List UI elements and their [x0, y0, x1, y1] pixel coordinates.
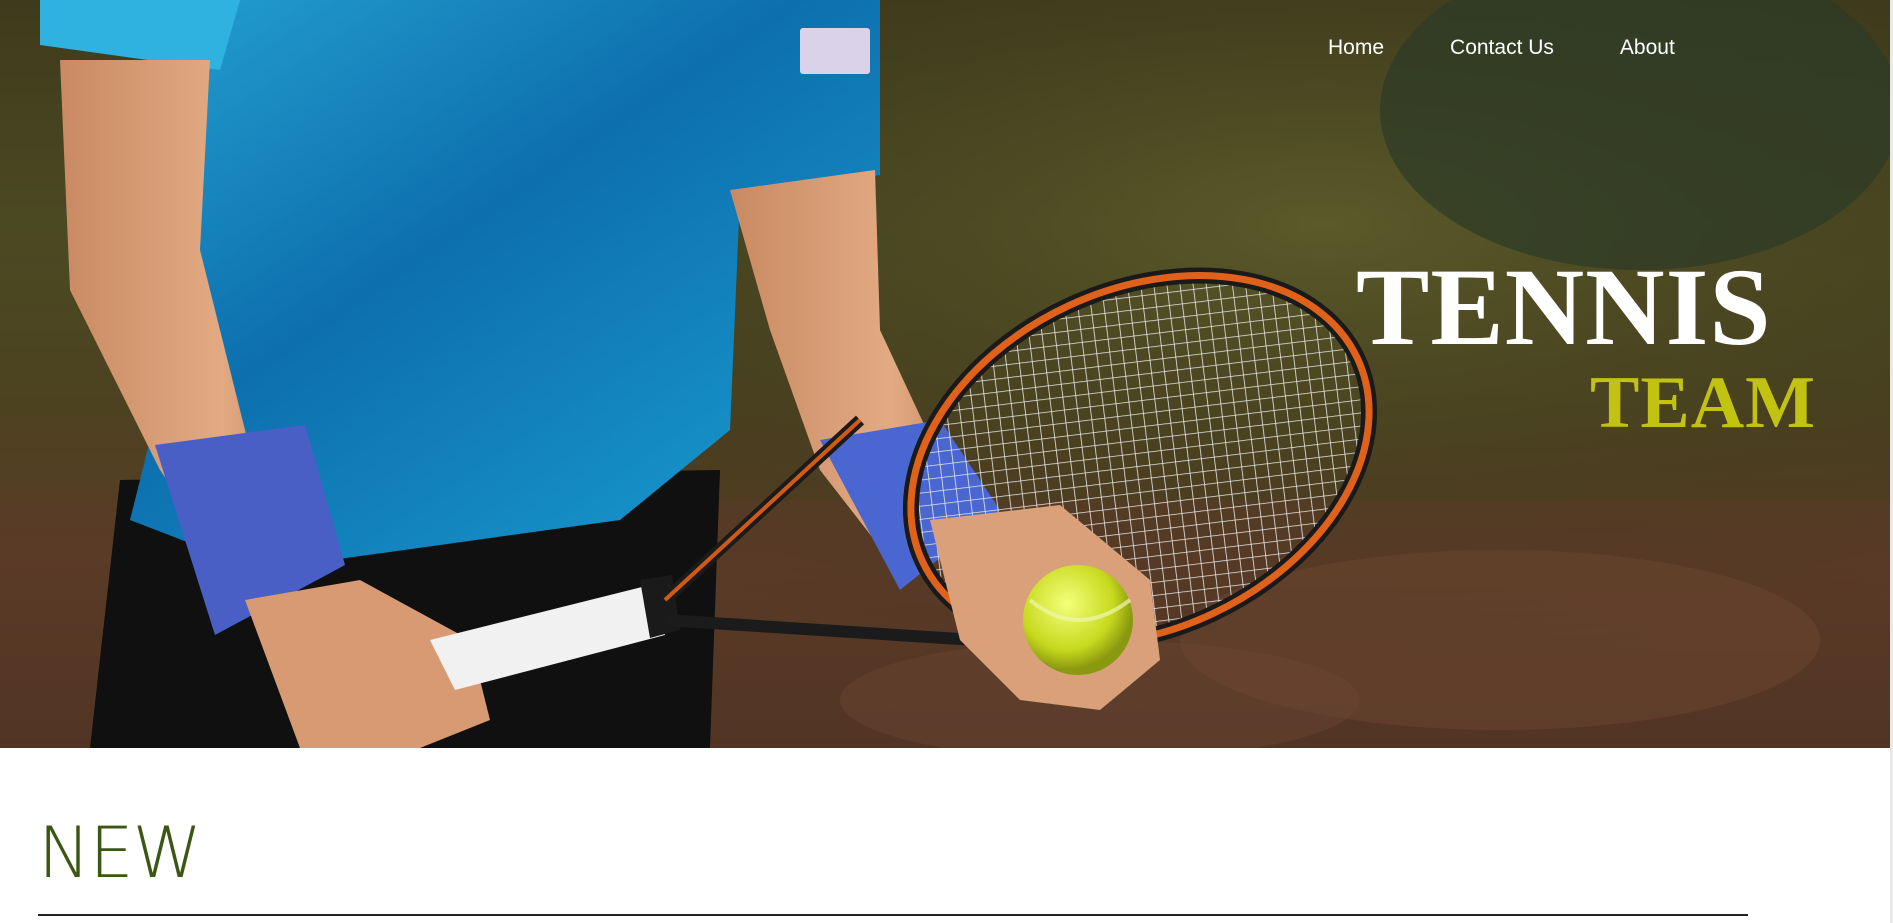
hero-subtitle: TEAM [1590, 362, 1816, 444]
section-divider [38, 914, 1748, 916]
nav-contact-link[interactable]: Contact Us [1450, 36, 1554, 60]
nav-about-link[interactable]: About [1620, 36, 1675, 60]
hero-title: TENNIS [1356, 246, 1772, 368]
hero-banner: Home Contact Us About TENNIS TEAM [0, 0, 1890, 748]
main-nav: Home Contact Us About [1328, 36, 1741, 60]
section-heading: NEW [38, 812, 202, 894]
nav-home-link[interactable]: Home [1328, 36, 1384, 60]
